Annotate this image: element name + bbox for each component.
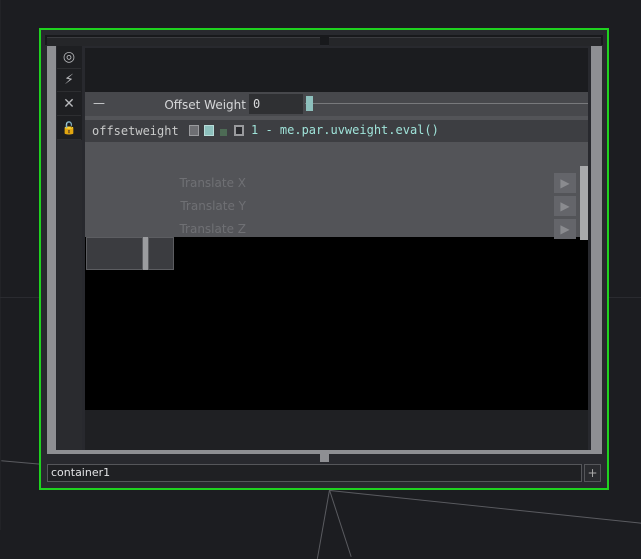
viewer-active-icon[interactable]: ◎ — [57, 46, 81, 69]
offset-weight-field[interactable]: 0 — [249, 94, 303, 114]
bypass-icon[interactable]: ✕ — [57, 93, 81, 116]
offset-weight-row: — Offset Weight 0 — [85, 92, 588, 116]
node-wire — [329, 490, 641, 525]
translate-x-play-icon[interactable]: ▶ — [554, 173, 576, 193]
offset-weight-slider-track[interactable] — [305, 103, 588, 104]
node-toolbar: ◎ ⚡ ✕ 🔓 — [57, 46, 82, 140]
lock-icon[interactable]: 🔓 — [57, 117, 81, 140]
viewer-panel-right[interactable] — [148, 237, 174, 270]
resize-handle[interactable] — [320, 454, 329, 462]
translate-z-label: Translate Z — [179, 222, 246, 236]
bind-mode-icon[interactable] — [234, 125, 244, 136]
grid-line-vertical — [0, 0, 1, 530]
node-right-edge[interactable] — [591, 46, 602, 454]
node-top-segment — [47, 37, 320, 46]
export-mode-icon[interactable] — [220, 129, 227, 136]
collapse-icon[interactable]: — — [93, 96, 105, 110]
toolbar-strip — [57, 140, 82, 454]
node-top-segment — [329, 37, 601, 46]
viewer-header — [85, 48, 588, 92]
constant-mode-icon[interactable] — [189, 125, 199, 136]
translate-y-label: Translate Y — [180, 199, 246, 213]
expression-mode-icon[interactable] — [204, 125, 214, 136]
translate-y-play-icon[interactable]: ▶ — [554, 196, 576, 216]
node-wire — [316, 489, 330, 559]
viewer-panel-left[interactable] — [86, 237, 143, 270]
node-wire — [329, 490, 352, 557]
add-icon[interactable]: + — [584, 464, 601, 482]
expression-text[interactable]: 1 - me.par.uvweight.eval() — [251, 123, 439, 137]
viewer-footer — [85, 410, 588, 450]
expression-row: offsetweight 1 - me.par.uvweight.eval() — [85, 120, 588, 142]
translate-x-label: Translate X — [179, 176, 246, 190]
parameter-panel: — Offset Weight 0 offsetweight 1 - me.pa… — [85, 92, 588, 239]
node-left-edge[interactable] — [47, 46, 56, 454]
cook-flag-icon[interactable]: ⚡ — [57, 69, 81, 92]
parameter-name: offsetweight — [92, 124, 179, 138]
offset-weight-slider-handle[interactable] — [306, 96, 313, 111]
node-viewer[interactable]: — Offset Weight 0 offsetweight 1 - me.pa… — [85, 48, 588, 450]
offset-weight-label: Offset Weight — [164, 98, 246, 112]
grid-line-horizontal — [0, 297, 39, 298]
parameter-scrollbar[interactable] — [580, 166, 588, 240]
grid-line-horizontal — [609, 297, 641, 298]
node-name-field[interactable]: container1 — [47, 464, 582, 482]
translate-z-play-icon[interactable]: ▶ — [554, 219, 576, 239]
